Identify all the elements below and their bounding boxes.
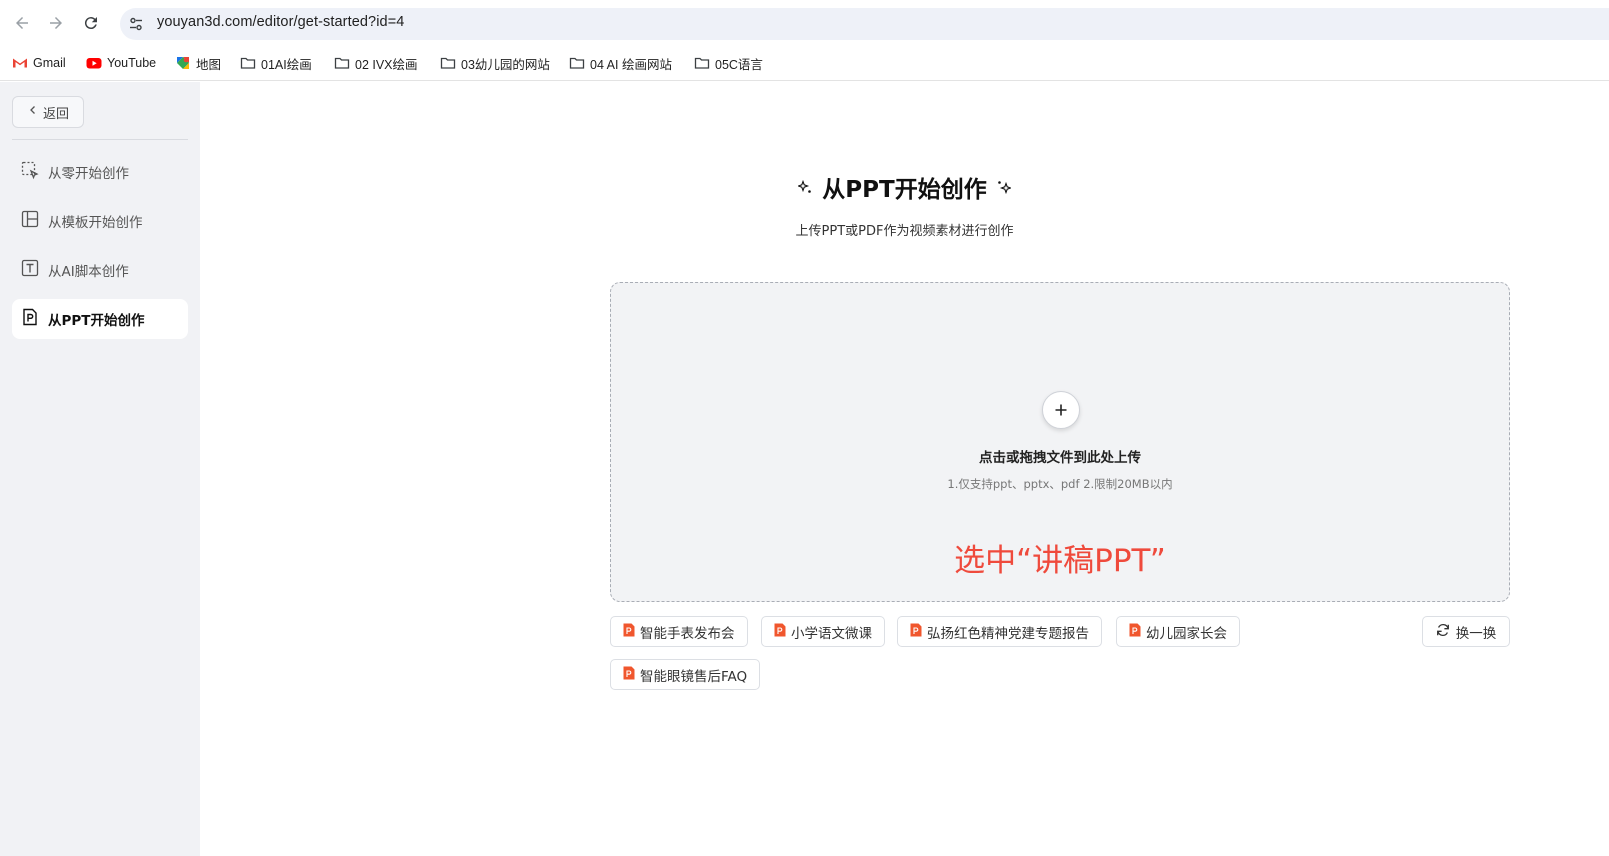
- ppt-file-icon: [1129, 623, 1141, 641]
- bookmark-folder-02[interactable]: 02 IVX绘画: [334, 52, 418, 74]
- bookmark-folder-04[interactable]: 04 AI 绘画网站: [569, 52, 672, 74]
- bookmark-youtube[interactable]: YouTube: [86, 52, 156, 74]
- blank-canvas-icon: [20, 160, 40, 184]
- browser-toolbar: youyan3d.com/editor/get-started?id=4: [0, 0, 1609, 46]
- address-bar[interactable]: youyan3d.com/editor/get-started?id=4: [120, 8, 1609, 40]
- sidebar-item-blank[interactable]: 从零开始创作: [12, 152, 188, 192]
- folder-icon: [240, 55, 256, 71]
- site-settings-icon[interactable]: [128, 16, 144, 32]
- page-subtitle: 上传PPT或PDF作为视频素材进行创作: [795, 224, 1014, 239]
- page-title-row: 从PPT开始创作: [200, 170, 1609, 204]
- bookmark-label: Gmail: [33, 56, 66, 70]
- sparkle-icon: [997, 174, 1012, 200]
- bookmark-maps[interactable]: 地图: [175, 52, 221, 74]
- bookmark-label: 02 IVX绘画: [355, 57, 418, 72]
- sample-chip-label: 智能手表发布会: [640, 625, 735, 642]
- forward-arrow-icon[interactable]: [44, 11, 68, 35]
- bookmark-folder-01[interactable]: 01AI绘画: [240, 52, 312, 74]
- sidebar-item-label: 从AI脚本创作: [48, 264, 129, 280]
- sidebar-item-label: 从模板开始创作: [48, 215, 143, 231]
- ppt-file-icon: [623, 623, 635, 641]
- sample-chip[interactable]: 弘扬红色精神党建专题报告: [897, 616, 1102, 647]
- sample-chip-label: 小学语文微课: [791, 625, 872, 642]
- sidebar: 返回 从零开始创作 从模板开始创作 从AI脚本创作 从PPT开始创作: [0, 82, 200, 856]
- reload-icon[interactable]: [79, 11, 103, 35]
- plus-icon: [1055, 404, 1067, 416]
- refresh-label: 换一换: [1455, 625, 1497, 642]
- maps-icon: [175, 55, 191, 71]
- ppt-file-icon: [20, 307, 40, 331]
- url-text[interactable]: youyan3d.com/editor/get-started?id=4: [157, 14, 404, 30]
- back-button[interactable]: 返回: [12, 96, 84, 128]
- template-layout-icon: [20, 209, 40, 233]
- page-title: 从PPT开始创作: [822, 177, 987, 203]
- sample-chip-label: 智能眼镜售后FAQ: [640, 668, 748, 685]
- sidebar-item-ai-script[interactable]: 从AI脚本创作: [12, 250, 188, 290]
- bookmark-label: 01AI绘画: [261, 57, 312, 72]
- annotation-text: 选中“讲稿PPT”: [954, 543, 1166, 579]
- sample-chip[interactable]: 智能眼镜售后FAQ: [610, 659, 761, 690]
- ppt-file-icon: [910, 623, 922, 641]
- bookmark-label: 04 AI 绘画网站: [590, 57, 672, 72]
- ppt-file-icon: [774, 623, 786, 641]
- sidebar-item-label: 从零开始创作: [48, 166, 129, 182]
- sample-chip[interactable]: 小学语文微课: [761, 616, 885, 647]
- refresh-icon: [1436, 623, 1450, 641]
- sample-chip-label: 弘扬红色精神党建专题报告: [927, 625, 1089, 642]
- upload-dropzone[interactable]: 点击或拖拽文件到此处上传 1.仅支持ppt、pptx、pdf 2.限制20MB以…: [610, 282, 1510, 602]
- folder-icon: [334, 55, 350, 71]
- bookmark-gmail[interactable]: Gmail: [12, 52, 66, 74]
- bookmarks-bar: Gmail YouTube 地图 01AI绘画 02 IVX绘画 03幼儿园的网…: [0, 46, 1609, 81]
- upload-hint: 1.仅支持ppt、pptx、pdf 2.限制20MB以内: [947, 477, 1173, 491]
- bookmark-folder-03[interactable]: 03幼儿园的网站: [440, 52, 550, 74]
- bookmark-folder-05[interactable]: 05C语言: [694, 52, 763, 74]
- sidebar-item-template[interactable]: 从模板开始创作: [12, 201, 188, 241]
- folder-icon: [440, 55, 456, 71]
- sidebar-item-ppt[interactable]: 从PPT开始创作: [12, 299, 188, 339]
- sample-chip-label: 幼儿园家长会: [1146, 625, 1227, 642]
- sidebar-item-label: 从PPT开始创作: [48, 313, 145, 329]
- bookmark-label: 03幼儿园的网站: [461, 57, 550, 72]
- sample-chip[interactable]: 幼儿园家长会: [1116, 616, 1240, 647]
- folder-icon: [569, 55, 585, 71]
- back-arrow-icon[interactable]: [10, 11, 34, 35]
- bookmark-label: YouTube: [107, 56, 157, 70]
- text-script-icon: [20, 258, 40, 282]
- ppt-file-icon: [623, 666, 635, 684]
- bookmark-label: 地图: [196, 57, 222, 72]
- sample-chip[interactable]: 智能手表发布会: [610, 616, 748, 647]
- folder-icon: [694, 55, 710, 71]
- upload-plus-button[interactable]: [1042, 391, 1080, 429]
- sidebar-divider: [12, 139, 188, 140]
- upload-title: 点击或拖拽文件到此处上传: [979, 450, 1141, 466]
- refresh-samples-button[interactable]: 换一换: [1422, 616, 1510, 647]
- bookmark-label: 05C语言: [715, 57, 763, 72]
- youtube-icon: [86, 55, 102, 71]
- chevron-left-icon: [27, 104, 39, 120]
- main-content: 从PPT开始创作 上传PPT或PDF作为视频素材进行创作 点击或拖拽文件到此处上…: [200, 82, 1609, 856]
- back-button-label: 返回: [42, 106, 69, 122]
- sparkle-icon: [797, 174, 812, 200]
- gmail-icon: [12, 55, 28, 71]
